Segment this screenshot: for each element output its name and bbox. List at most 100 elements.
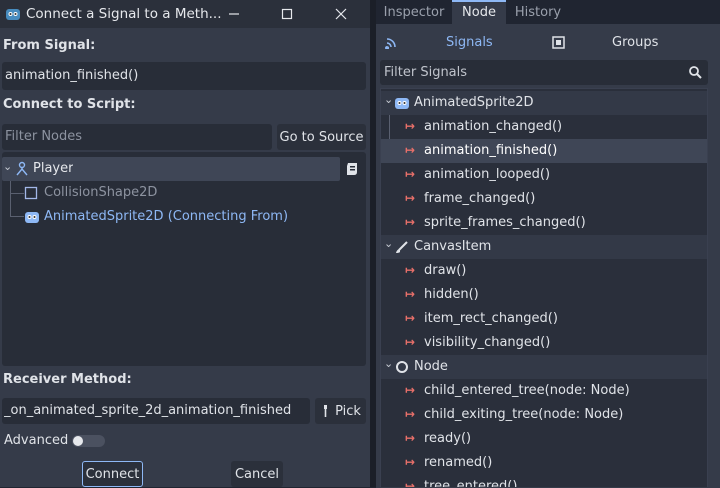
- tree-connector: [10, 216, 24, 217]
- signal-arrow-icon: ↦: [405, 263, 416, 277]
- godot-sprite-icon: [25, 212, 39, 223]
- chevron-down-icon: ⌄: [384, 357, 394, 370]
- signal-arrow-icon: ↦: [405, 383, 416, 397]
- signal-arrow-icon: ↦: [405, 407, 416, 421]
- signal-group-canvasitem[interactable]: ⌄ CanvasItem: [381, 235, 707, 259]
- dialog-titlebar: Connect a Signal to a Meth...: [0, 0, 370, 28]
- signal-item[interactable]: ↦ frame_changed(): [381, 187, 707, 211]
- node-circle-icon: [396, 361, 408, 373]
- signal-label: tree_entered(): [424, 479, 518, 487]
- from-signal-value: animation_finished(): [5, 68, 139, 83]
- player-node-icon: [16, 161, 28, 176]
- signal-item[interactable]: ↦ sprite_frames_changed(): [381, 211, 707, 235]
- filter-signals-placeholder: Filter Signals: [384, 65, 468, 80]
- receiver-method-value: _on_animated_sprite_2d_animation_finishe…: [4, 403, 292, 418]
- signal-item[interactable]: ↦ ready(): [381, 427, 707, 451]
- advanced-toggle[interactable]: [72, 435, 105, 447]
- signal-label: child_entered_tree(node: Node): [424, 383, 630, 398]
- signal-arrow-icon: ↦: [405, 215, 416, 229]
- signal-arrow-icon: ↦: [405, 455, 416, 469]
- filter-signals-input[interactable]: Filter Signals: [380, 60, 708, 85]
- signal-item[interactable]: ↦ hidden(): [381, 283, 707, 307]
- signal-label: draw(): [424, 263, 467, 278]
- receiver-method-label: Receiver Method:: [3, 372, 132, 387]
- godot-logo-icon: [6, 9, 20, 20]
- dialog-title: Connect a Signal to a Meth...: [26, 6, 222, 22]
- signal-item[interactable]: ↦ child_exiting_tree(node: Node): [381, 403, 707, 427]
- brush-icon: [396, 241, 408, 253]
- connect-button[interactable]: Connect: [82, 461, 143, 487]
- signals-tree: ⌄ AnimatedSprite2D ↦ animation_changed()…: [380, 88, 708, 487]
- signal-item[interactable]: ↦ visibility_changed(): [381, 331, 707, 355]
- signal-arrow-icon: ↦: [405, 167, 416, 181]
- signal-item[interactable]: ↦ draw(): [381, 259, 707, 283]
- close-button[interactable]: [312, 0, 370, 28]
- chevron-down-icon: ⌄: [384, 237, 394, 250]
- close-icon: [335, 8, 347, 20]
- search-icon: [689, 66, 702, 79]
- signal-label: sprite_frames_changed(): [424, 215, 586, 230]
- signal-item[interactable]: ↦ renamed(): [381, 451, 707, 475]
- scene-tree: ⌄ Player CollisionShape2D AnimatedSprite…: [2, 152, 366, 366]
- collision-shape-icon: [24, 186, 38, 200]
- signal-icon: [385, 38, 396, 49]
- signal-item[interactable]: ↦ child_entered_tree(node: Node): [381, 379, 707, 403]
- filter-nodes-placeholder: Filter Nodes: [5, 129, 83, 144]
- signal-arrow-icon: ↦: [405, 143, 416, 157]
- signals-tab-button[interactable]: Signals: [446, 35, 493, 50]
- signal-group-label: Node: [414, 359, 448, 374]
- tab-inspector[interactable]: Inspector: [377, 0, 451, 24]
- cancel-button[interactable]: Cancel: [231, 461, 283, 487]
- signal-arrow-icon: ↦: [405, 191, 416, 205]
- chevron-down-icon: ⌄: [3, 160, 13, 173]
- signal-item[interactable]: ↦ item_rect_changed(): [381, 307, 707, 331]
- signal-label: child_exiting_tree(node: Node): [424, 407, 624, 422]
- pick-button[interactable]: Pick: [315, 398, 366, 424]
- pick-label: Pick: [335, 403, 361, 419]
- signal-label: animation_finished(): [424, 143, 558, 158]
- groups-tab-button[interactable]: Groups: [612, 35, 658, 50]
- signal-label: frame_changed(): [424, 191, 536, 206]
- tree-item-animatedsprite2d[interactable]: AnimatedSprite2D (Connecting From): [24, 206, 344, 228]
- receiver-method-input[interactable]: _on_animated_sprite_2d_animation_finishe…: [2, 398, 310, 424]
- minimize-button[interactable]: [205, 0, 263, 28]
- signal-label: item_rect_changed(): [424, 311, 558, 326]
- godot-sprite-icon: [395, 98, 409, 109]
- signal-item[interactable]: ↦ animation_looped(): [381, 163, 707, 187]
- signal-label: hidden(): [424, 287, 479, 302]
- from-signal-field[interactable]: animation_finished(): [2, 62, 366, 90]
- connect-signal-dialog: Connect a Signal to a Meth... From Signa…: [0, 0, 370, 487]
- maximize-icon: [281, 8, 293, 20]
- pipette-icon: [324, 405, 328, 417]
- tab-history[interactable]: History: [508, 0, 568, 24]
- active-tab-indicator: [452, 0, 506, 2]
- signal-group-node[interactable]: ⌄ Node: [381, 355, 707, 379]
- signal-item[interactable]: ↦ tree_entered(): [381, 475, 707, 487]
- advanced-label: Advanced: [4, 433, 69, 448]
- signal-label: animation_looped(): [424, 167, 551, 182]
- script-icon[interactable]: [344, 161, 360, 177]
- signal-arrow-icon: ↦: [405, 287, 416, 301]
- chevron-down-icon: ⌄: [384, 93, 394, 106]
- tree-item-label: Player: [33, 161, 74, 176]
- signal-item-selected[interactable]: ↦ animation_finished(): [381, 139, 707, 163]
- toggle-knob: [73, 436, 83, 446]
- tree-item-collisionshape2d[interactable]: CollisionShape2D: [24, 182, 324, 204]
- signal-group-label: AnimatedSprite2D: [414, 95, 534, 110]
- signal-arrow-icon: ↦: [405, 119, 416, 133]
- tree-item-player[interactable]: ⌄ Player: [2, 157, 340, 181]
- signal-group-animatedsprite2d[interactable]: ⌄ AnimatedSprite2D: [381, 91, 707, 115]
- signal-label: ready(): [424, 431, 472, 446]
- tree-item-label: AnimatedSprite2D (Connecting From): [44, 209, 289, 224]
- filter-nodes-input[interactable]: Filter Nodes: [2, 124, 272, 150]
- tree-connector: [10, 193, 24, 194]
- maximize-button[interactable]: [258, 0, 316, 28]
- signal-group-label: CanvasItem: [414, 239, 492, 254]
- tab-node[interactable]: Node: [452, 0, 506, 24]
- go-to-source-button[interactable]: Go to Source: [277, 124, 366, 150]
- signal-arrow-icon: ↦: [405, 479, 416, 487]
- signal-item[interactable]: ↦ animation_changed(): [381, 115, 707, 139]
- signal-arrow-icon: ↦: [405, 311, 416, 325]
- tree-connector: [10, 180, 11, 216]
- signal-arrow-icon: ↦: [405, 431, 416, 445]
